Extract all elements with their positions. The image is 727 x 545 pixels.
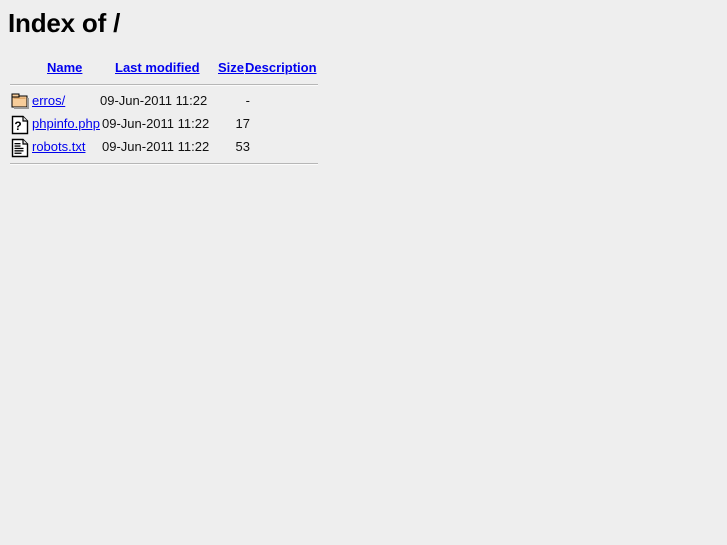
- sort-by-size-link[interactable]: Size: [218, 60, 244, 75]
- size-value: -: [245, 93, 250, 108]
- sort-by-last-modified-link[interactable]: Last modified: [115, 60, 200, 75]
- directory-index-page: Index of / Name Last modified Size Descr…: [0, 0, 727, 545]
- last-modified-value: 09-Jun-2011 11:22: [102, 116, 210, 131]
- listing-header-row: Name Last modified Size Description: [10, 60, 320, 80]
- table-row: robots.txt 09-Jun-2011 11:22 53: [10, 136, 320, 159]
- sort-by-name-link[interactable]: Name: [47, 60, 82, 75]
- file-link[interactable]: erros/: [32, 93, 65, 108]
- footer-divider: [10, 163, 318, 165]
- last-modified-value: 09-Jun-2011 11:22: [102, 139, 210, 154]
- file-link[interactable]: phpinfo.php: [32, 116, 100, 131]
- header-divider: [10, 84, 318, 86]
- folder-icon: [11, 92, 31, 114]
- size-value: 17: [235, 116, 250, 131]
- listing-rows: erros/ 09-Jun-2011 11:22 - ? phpinfo.php…: [10, 90, 320, 159]
- table-row: ? phpinfo.php 09-Jun-2011 11:22 17: [10, 113, 320, 136]
- svg-text:?: ?: [14, 119, 21, 133]
- table-row: erros/ 09-Jun-2011 11:22 -: [10, 90, 320, 113]
- text-file-icon: [11, 138, 31, 160]
- last-modified-value: 09-Jun-2011 11:22: [100, 93, 208, 108]
- unknown-file-icon: ?: [11, 115, 31, 137]
- sort-by-description-link[interactable]: Description: [245, 60, 317, 75]
- file-link[interactable]: robots.txt: [32, 139, 85, 154]
- size-value: 53: [235, 139, 250, 154]
- page-title: Index of /: [8, 8, 121, 38]
- directory-listing: Name Last modified Size Description erro…: [10, 60, 320, 169]
